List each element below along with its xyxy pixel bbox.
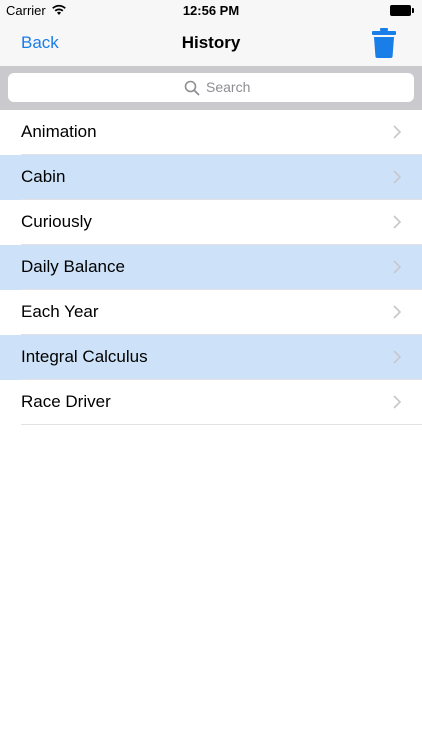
search-bar: Search [0,66,422,110]
chevron-right-icon [393,125,401,139]
chevron-right-icon [393,215,401,229]
row-divider [21,424,422,425]
list-item-label: Each Year [21,302,99,321]
list-item-label: Animation [21,122,97,141]
status-bar: Carrier 12:56 PM [0,0,422,22]
chevron-right-icon [393,350,401,364]
search-icon [184,80,200,96]
list-item-label: Daily Balance [21,257,125,276]
list-item-label: Curiously [21,212,92,231]
navigation-bar: Back History [0,22,422,66]
battery-icon [390,5,414,16]
list-item[interactable]: Curiously [0,200,422,245]
chevron-right-icon [393,305,401,319]
trash-icon[interactable] [372,28,396,58]
chevron-right-icon [393,260,401,274]
search-placeholder: Search [206,79,251,95]
history-list: Animation Cabin Curiously Daily Balance Each… [0,110,422,425]
search-input[interactable]: Search [8,73,414,102]
list-item[interactable]: Each Year [0,290,422,335]
list-item[interactable]: Race Driver [0,380,422,425]
status-time: 12:56 PM [182,3,240,18]
list-item-label: Cabin [21,167,66,186]
list-item-label: Race Driver [21,392,111,411]
chevron-right-icon [393,395,401,409]
list-item[interactable]: Cabin [0,155,422,200]
list-item[interactable]: Integral Calculus [0,335,422,380]
chevron-right-icon [393,170,401,184]
list-item-label: Integral Calculus [21,347,148,366]
list-item[interactable]: Animation [0,110,422,155]
page-title: History [181,33,241,52]
list-item[interactable]: Daily Balance [0,245,422,290]
